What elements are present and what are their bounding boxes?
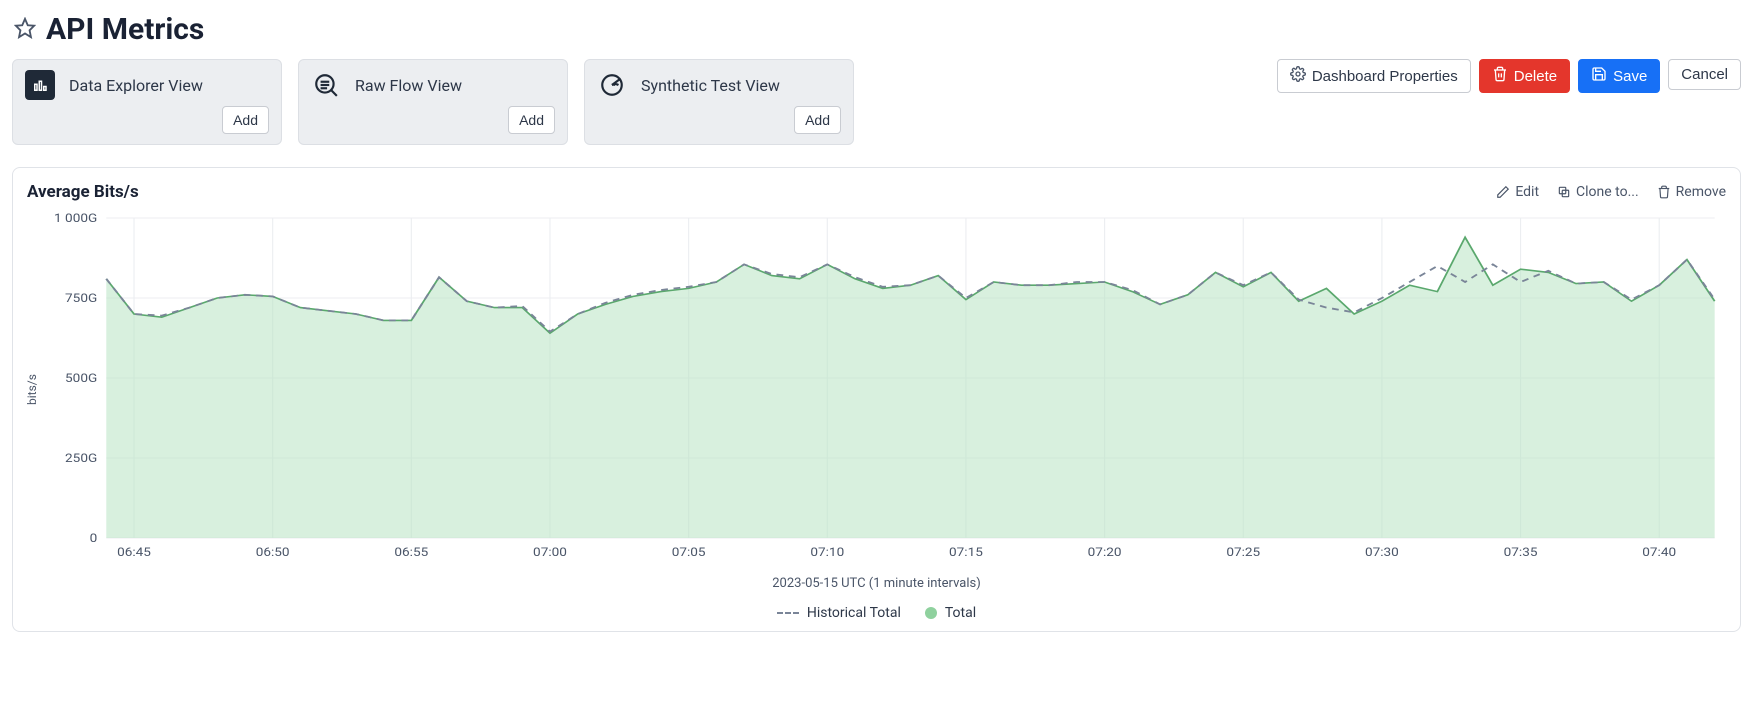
svg-text:06:45: 06:45 <box>117 546 151 560</box>
panel-title: Average Bits/s <box>27 182 139 202</box>
add-synthetic-button[interactable]: Add <box>794 106 841 134</box>
svg-text:07:05: 07:05 <box>672 546 706 560</box>
add-data-explorer-button[interactable]: Add <box>222 106 269 134</box>
chart-svg: 0 250G 500G 750G 1 000G 06:45 06:50 06:55 07:00 0… <box>27 208 1726 568</box>
dashboard-properties-label: Dashboard Properties <box>1312 68 1458 85</box>
svg-text:1 000G: 1 000G <box>54 212 97 226</box>
radar-icon <box>597 70 627 100</box>
svg-text:07:25: 07:25 <box>1226 546 1260 560</box>
title-row: API Metrics <box>14 12 1741 47</box>
gear-icon <box>1290 66 1306 86</box>
star-icon[interactable] <box>14 17 36 43</box>
trash-icon <box>1657 185 1671 199</box>
view-card-raw-flow: Raw Flow View Add <box>298 59 568 145</box>
svg-text:07:00: 07:00 <box>533 546 567 560</box>
cancel-button[interactable]: Cancel <box>1668 59 1741 90</box>
bar-chart-icon <box>25 70 55 100</box>
svg-text:07:30: 07:30 <box>1365 546 1399 560</box>
edit-panel-button[interactable]: Edit <box>1496 184 1539 200</box>
legend-total[interactable]: Total <box>925 605 976 621</box>
view-cards: Data Explorer View Add Raw Flow View Add <box>12 59 854 145</box>
chart-wrap: bits/s 0 250G 500G 750G 1 000G 06:45 06:50 06:5… <box>27 208 1726 621</box>
add-raw-flow-button[interactable]: Add <box>508 106 555 134</box>
dot-icon <box>925 607 937 619</box>
delete-label: Delete <box>1514 68 1557 85</box>
view-card-synthetic: Synthetic Test View Add <box>584 59 854 145</box>
x-axis-label: 2023-05-15 UTC (1 minute intervals) <box>27 576 1726 591</box>
dashboard-properties-button[interactable]: Dashboard Properties <box>1277 59 1471 93</box>
pencil-icon <box>1496 185 1510 199</box>
right-actions: Dashboard Properties Delete Save Cancel <box>1277 59 1741 145</box>
save-icon <box>1591 66 1607 86</box>
toolbar-row: Data Explorer View Add Raw Flow View Add <box>12 59 1741 145</box>
view-card-title: Raw Flow View <box>355 76 462 95</box>
svg-text:07:35: 07:35 <box>1504 546 1538 560</box>
legend-historical[interactable]: Historical Total <box>777 605 901 621</box>
svg-text:07:10: 07:10 <box>810 546 844 560</box>
clone-panel-button[interactable]: Clone to... <box>1557 184 1639 200</box>
copy-icon <box>1557 185 1571 199</box>
save-label: Save <box>1613 68 1647 85</box>
svg-text:0: 0 <box>90 532 98 546</box>
svg-text:07:40: 07:40 <box>1642 546 1676 560</box>
magnify-list-icon <box>311 70 341 100</box>
svg-text:750G: 750G <box>65 292 97 306</box>
svg-text:06:50: 06:50 <box>256 546 290 560</box>
page-title: API Metrics <box>46 12 204 47</box>
chart-legend: Historical Total Total <box>27 605 1726 621</box>
trash-icon <box>1492 66 1508 86</box>
svg-text:500G: 500G <box>65 372 97 386</box>
view-card-title: Synthetic Test View <box>641 76 780 95</box>
svg-text:06:55: 06:55 <box>394 546 428 560</box>
panel-actions: Edit Clone to... Remove <box>1496 184 1726 200</box>
delete-button[interactable]: Delete <box>1479 59 1570 93</box>
svg-text:250G: 250G <box>65 452 97 466</box>
view-card-title: Data Explorer View <box>69 76 203 95</box>
svg-text:07:15: 07:15 <box>949 546 983 560</box>
remove-panel-button[interactable]: Remove <box>1657 184 1726 200</box>
view-card-data-explorer: Data Explorer View Add <box>12 59 282 145</box>
dash-icon <box>777 612 799 614</box>
y-axis-label: bits/s <box>25 374 39 405</box>
save-button[interactable]: Save <box>1578 59 1660 93</box>
svg-text:07:20: 07:20 <box>1088 546 1122 560</box>
chart-panel: Average Bits/s Edit Clone to... Remove b… <box>12 167 1741 632</box>
